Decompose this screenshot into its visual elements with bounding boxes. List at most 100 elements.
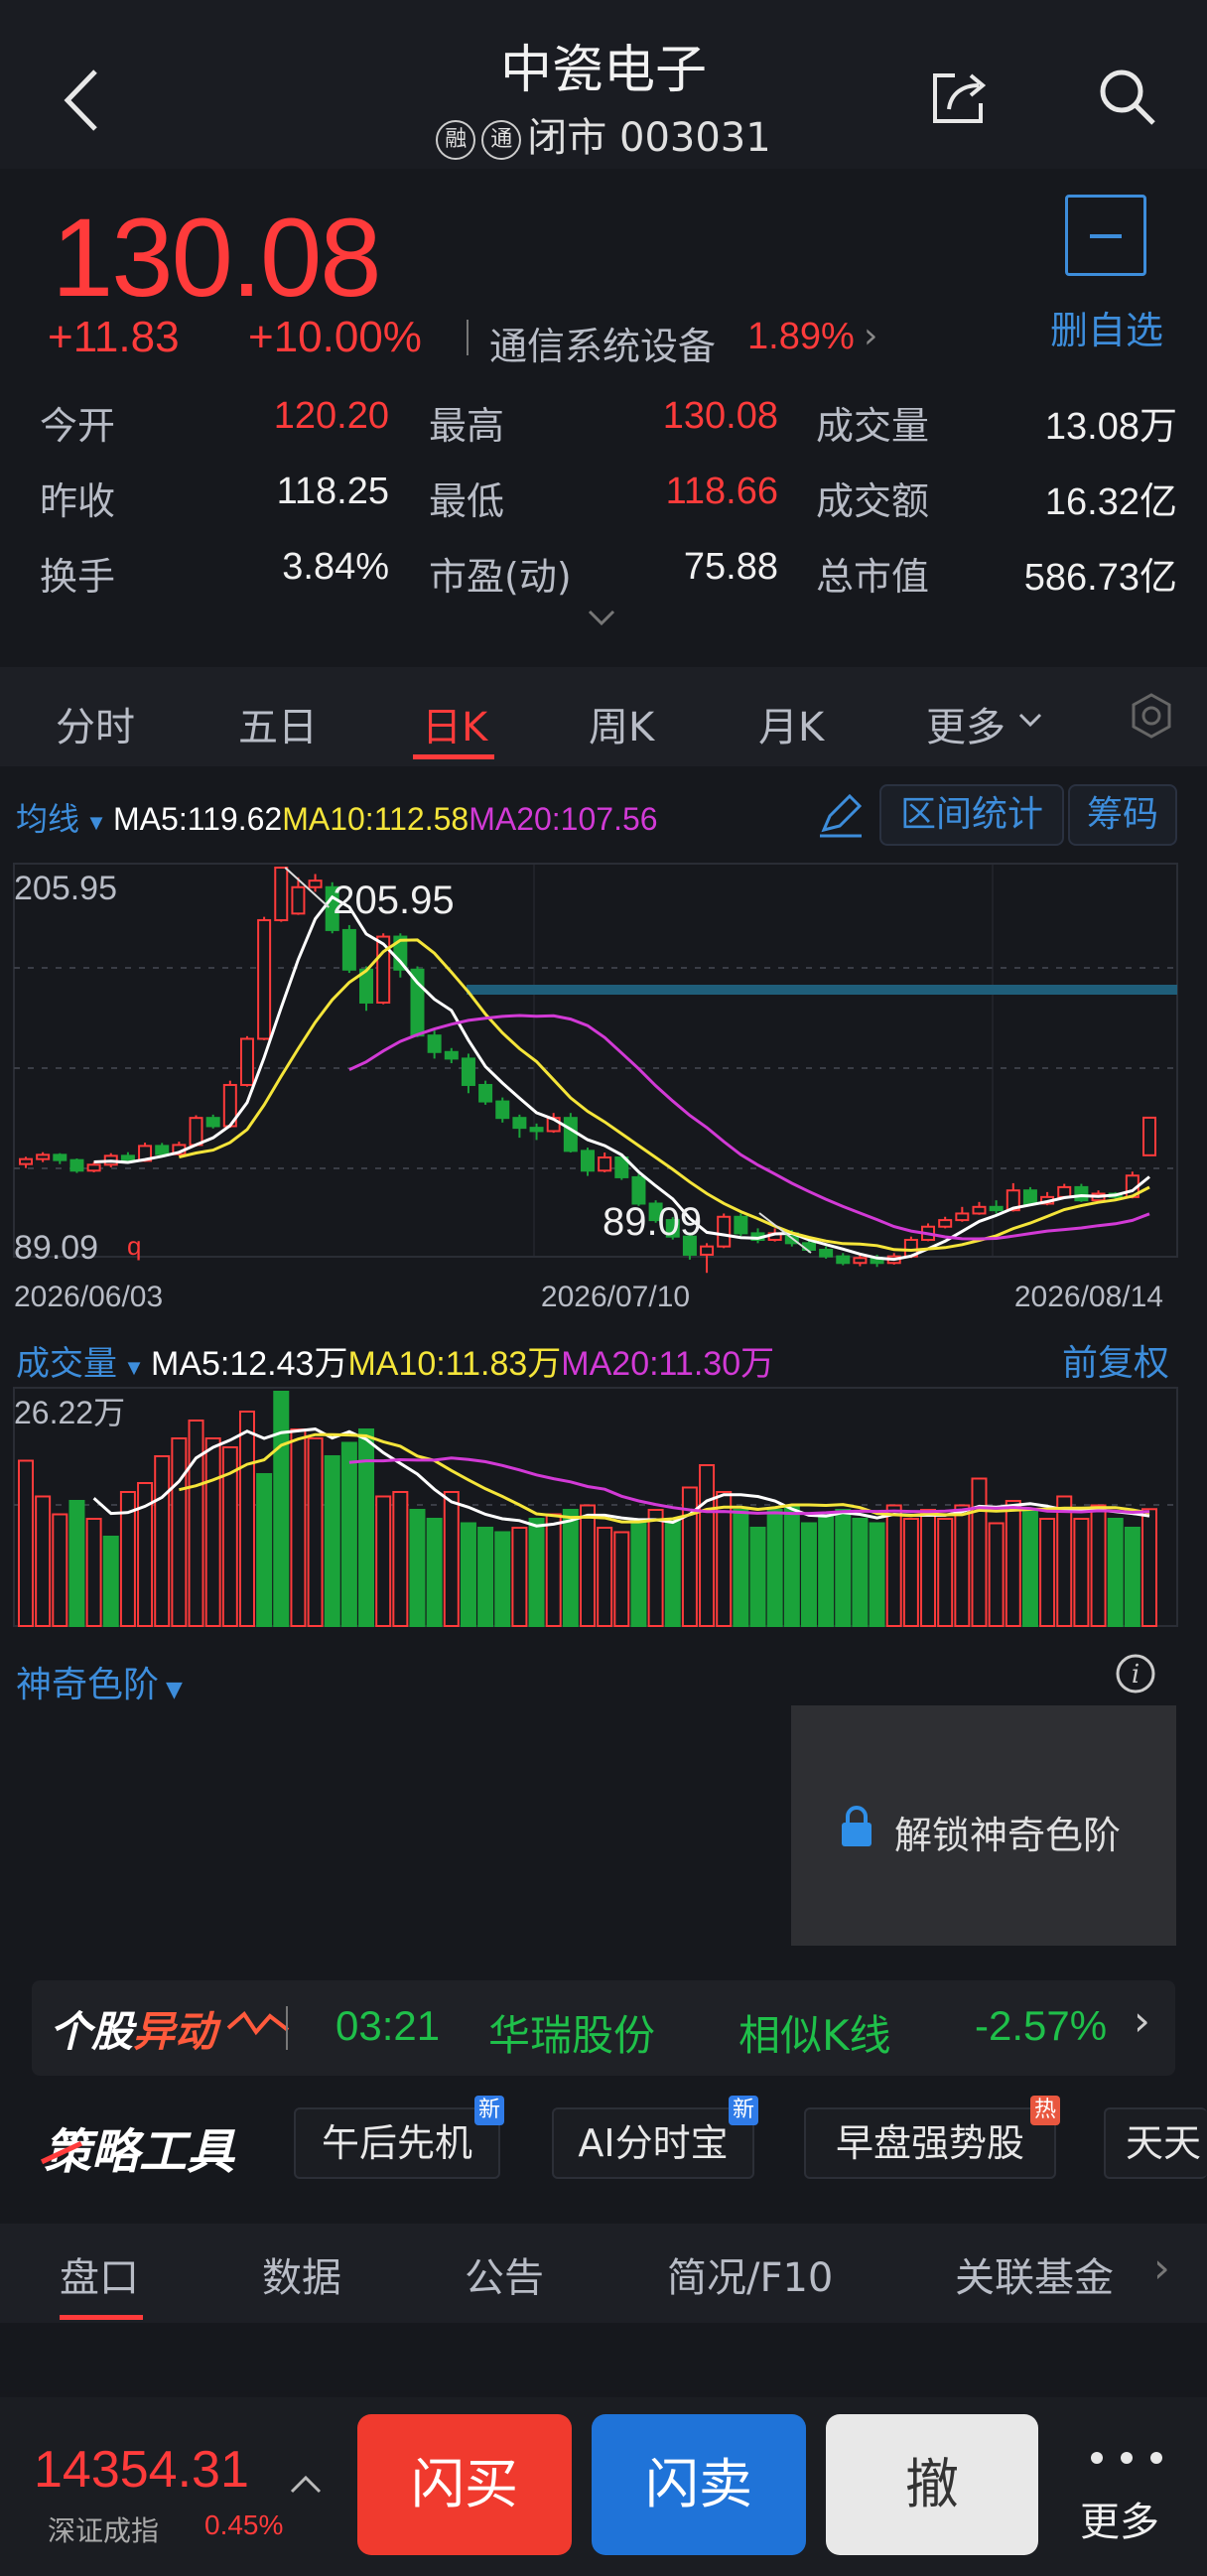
unlock-magic-panel[interactable]: 解锁神奇色阶 [791,1705,1176,1946]
dropdown-icon[interactable]: ▼ [79,810,113,835]
adjust-mode-button[interactable]: 前复权 [1062,1334,1169,1386]
volume-bar [18,1459,34,1627]
index-name[interactable]: 深证成指 [48,2509,159,2549]
stat-label: 成交额 [816,479,930,523]
pencil-icon[interactable] [816,790,866,840]
volume-bar [733,1508,749,1627]
tab-data[interactable]: 数据 [262,2245,341,2303]
volume-selector[interactable]: 成交量 [16,1345,117,1383]
volume-bar [426,1517,443,1627]
volume-bar [256,1472,273,1627]
tool-label: 早盘强势股 [835,2121,1024,2165]
candle-body [529,1127,544,1133]
candle-body [938,1219,953,1228]
tool-morning-strong[interactable]: 早盘强势股热 [804,2096,1060,2179]
sector-pct[interactable]: 1.89% [747,316,855,358]
chevron-down-icon[interactable] [1016,711,1044,731]
quick-buy-button[interactable]: 闪买 [357,2414,572,2555]
new-tag: 新 [728,2096,758,2125]
quick-sell-button[interactable]: 闪卖 [592,2414,806,2555]
active-tab-indicator [60,2315,143,2320]
volume-bar [460,1522,476,1627]
volume-bar [852,1517,869,1627]
tool-daily[interactable]: 天天 [1104,2107,1207,2179]
stock-name: 中瓷电子 [499,41,707,100]
volume-bar [1090,1504,1107,1627]
volume-legend: 成交量 ▼ MA5:12.43万MA10:11.83万MA20:11.30万 [16,1336,774,1385]
stock-status: 融通闭市 003031 [0,105,1207,163]
tool-afternoon[interactable]: 午后先机新 [294,2096,504,2179]
candle-body [836,1255,851,1265]
volume-bar [562,1508,579,1627]
tab-monthly-k[interactable]: 月K [758,695,824,752]
tab-f10[interactable]: 简况/F10 [667,2245,833,2303]
volume-bar [154,1454,171,1627]
settings-icon[interactable] [1127,691,1176,741]
volume-bar [1056,1495,1073,1627]
volume-bar [35,1495,52,1627]
volume-bar [869,1522,885,1627]
candle-body [239,1037,254,1086]
info-icon[interactable]: i [1114,1652,1157,1695]
high-marker: 205.95 [333,879,454,922]
active-tab-indicator [413,754,494,759]
ma10-value: MA10:112.58 [282,801,469,837]
candle-body [989,1205,1004,1212]
volume-bar [358,1427,375,1628]
cancel-order-button[interactable]: 撤 [826,2414,1038,2555]
volume-bar [392,1490,409,1627]
volume-bar [238,1410,255,1628]
chevron-right-icon[interactable]: › [1153,2243,1170,2292]
tab-five-day[interactable]: 五日 [238,695,318,752]
range-stats-button[interactable]: 区间统计 [879,784,1064,846]
more-dots-icon[interactable] [1082,2448,1171,2468]
tab-more[interactable]: 更多 [926,695,1006,752]
volume-bar [597,1526,613,1627]
candle-body [1022,1189,1037,1205]
sector-name[interactable]: 通信系统设备 [489,316,716,370]
stat-value: 120.20 [273,395,389,437]
remove-watchlist-button[interactable] [1065,195,1146,276]
magic-color-selector[interactable]: 神奇色阶 ▼ [16,1656,183,1707]
alert-type: 相似K线 [738,2011,891,2060]
remove-watchlist-label[interactable]: 删自选 [1050,300,1163,354]
stat-value: 130.08 [662,395,778,437]
stock-alert-banner[interactable]: 个股异动 03:21 华瑞股份 相似K线 -2.57% › [32,1980,1175,2076]
volume-chart[interactable]: 26.22万 [0,1386,1207,1630]
dropdown-icon: ▼ [159,1678,183,1702]
chevron-right-icon[interactable]: › [864,316,877,356]
chevron-up-icon[interactable] [288,2470,324,2496]
price-change: +11.83 [48,313,180,361]
more-button[interactable]: 更多 [1080,2490,1159,2547]
tab-weekly-k[interactable]: 周K [589,695,654,752]
y-max-label: 205.95 [14,870,117,907]
dropdown-icon[interactable]: ▼ [117,1355,151,1380]
volume-bar [290,1427,307,1628]
price-change-pct: +10.00% [248,313,422,361]
stat-value: 118.25 [276,471,389,512]
volume-bar [920,1508,937,1627]
tab-related-funds[interactable]: 关联基金 [955,2245,1114,2303]
search-icon[interactable] [1096,66,1159,129]
tool-ai-intraday[interactable]: AI分时宝新 [552,2096,758,2179]
chevron-down-icon[interactable] [586,608,617,629]
index-pct[interactable]: 0.45% [204,2509,283,2541]
candle-body [717,1215,732,1248]
date-label: 2026/08/14 [1014,1281,1163,1313]
tool-label: 天天 [1126,2121,1202,2165]
ma5-value: MA5:119.62 [113,801,283,837]
candle-body [581,1150,595,1172]
volume-bar [528,1517,545,1627]
tab-intraday[interactable]: 分时 [56,695,135,752]
candlestick-chart[interactable]: 205.95 89.09 q 205.95 89.09 2026/06/03 2026/07… [0,854,1207,1320]
chips-button[interactable]: 筹码 [1068,784,1177,846]
volume-bar [545,1513,562,1627]
tab-announcements[interactable]: 公告 [465,2245,544,2303]
tab-order-book[interactable]: 盘口 [60,2245,139,2303]
tab-daily-k[interactable]: 日K [422,695,487,752]
ma-selector[interactable]: 均线 [16,801,79,837]
volume-bar [749,1526,766,1627]
index-value[interactable]: 14354.31 [34,2440,249,2500]
candle-body [19,1157,33,1165]
share-icon[interactable] [927,66,991,129]
